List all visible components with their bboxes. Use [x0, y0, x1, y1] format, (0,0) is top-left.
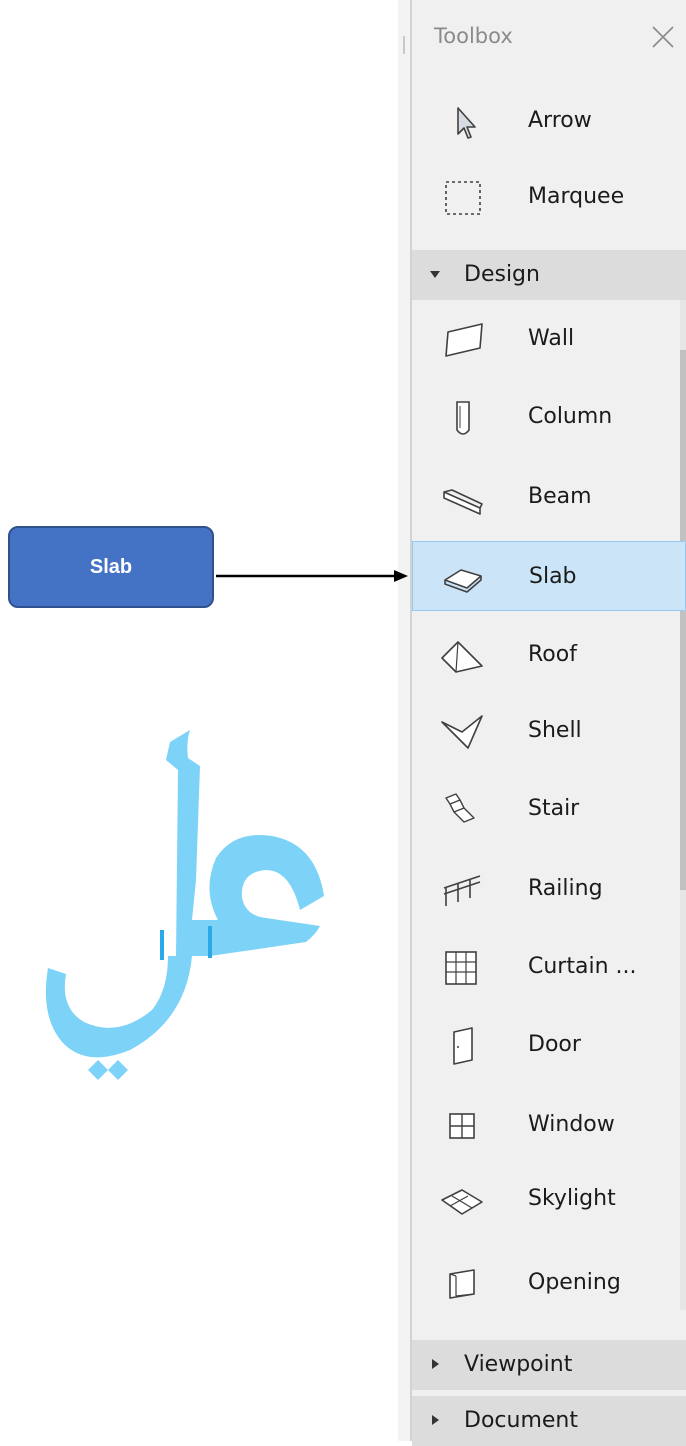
window-icon [449, 1113, 475, 1139]
tool-opening[interactable]: Opening [412, 1248, 686, 1320]
tool-arrow[interactable]: Arrow [412, 86, 686, 158]
tool-wall[interactable]: Wall [412, 304, 686, 376]
tool-marquee[interactable]: Marquee [412, 162, 686, 234]
tool-label: Opening [528, 1270, 621, 1295]
tool-label: Shell [528, 718, 582, 743]
stair-icon [445, 793, 475, 823]
skylight-icon [441, 1189, 483, 1215]
railing-icon [443, 875, 481, 906]
tool-stair[interactable]: Stair [412, 774, 686, 846]
group-label: Viewpoint [464, 1352, 573, 1377]
arrow-cursor-icon [457, 107, 476, 139]
tool-label: Window [528, 1112, 615, 1137]
tool-curtain-wall[interactable]: Curtain ... [412, 932, 686, 1004]
tool-beam[interactable]: Beam [412, 462, 686, 534]
tool-label: Marquee [528, 184, 625, 209]
chevron-right-icon [432, 1359, 439, 1369]
wall-icon [445, 323, 483, 357]
chevron-right-icon [432, 1415, 439, 1425]
tool-label: Slab [529, 564, 577, 589]
tool-door[interactable]: Door [412, 1010, 686, 1082]
marquee-icon [445, 181, 481, 215]
callout-arrow [216, 570, 408, 582]
roof-icon [441, 641, 483, 673]
tool-column[interactable]: Column [412, 382, 686, 454]
slab-icon [444, 569, 482, 593]
column-icon [456, 401, 470, 435]
toolbox-panel: Toolbox Arrow Marquee Design Wall Column… [410, 0, 686, 1446]
shell-icon [441, 715, 483, 749]
tool-skylight[interactable]: Skylight [412, 1164, 686, 1236]
window-edge [398, 0, 410, 1441]
edge-grip [403, 36, 405, 54]
group-design[interactable]: Design [412, 250, 686, 300]
group-viewpoint[interactable]: Viewpoint [412, 1340, 686, 1390]
tool-label: Beam [528, 484, 592, 509]
tool-label: Arrow [528, 108, 592, 133]
close-icon[interactable] [650, 24, 676, 50]
curtain-wall-icon [445, 951, 477, 985]
group-label: Design [464, 262, 540, 287]
beam-icon [443, 489, 483, 515]
door-icon [453, 1027, 473, 1065]
tool-label: Stair [528, 796, 580, 821]
tool-window[interactable]: Window [412, 1090, 686, 1162]
tool-label: Wall [528, 326, 575, 351]
tool-railing[interactable]: Railing [412, 854, 686, 926]
tool-shell[interactable]: Shell [412, 696, 686, 768]
tool-roof[interactable]: Roof [412, 620, 686, 692]
tool-slab[interactable]: Slab [412, 541, 686, 611]
toolbox-title: Toolbox [434, 24, 513, 48]
slab-callout: Slab [8, 526, 214, 608]
tool-label: Roof [528, 642, 577, 667]
tool-label: Skylight [528, 1186, 616, 1211]
chevron-down-icon [430, 271, 440, 278]
tool-label: Column [528, 404, 613, 429]
tool-label: Door [528, 1032, 581, 1057]
group-document[interactable]: Document [412, 1396, 686, 1446]
group-label: Document [464, 1408, 578, 1433]
calligraphy-watermark [45, 730, 324, 1080]
tool-label: Curtain ... [528, 954, 637, 979]
opening-icon [449, 1269, 475, 1299]
tool-label: Railing [528, 876, 603, 901]
